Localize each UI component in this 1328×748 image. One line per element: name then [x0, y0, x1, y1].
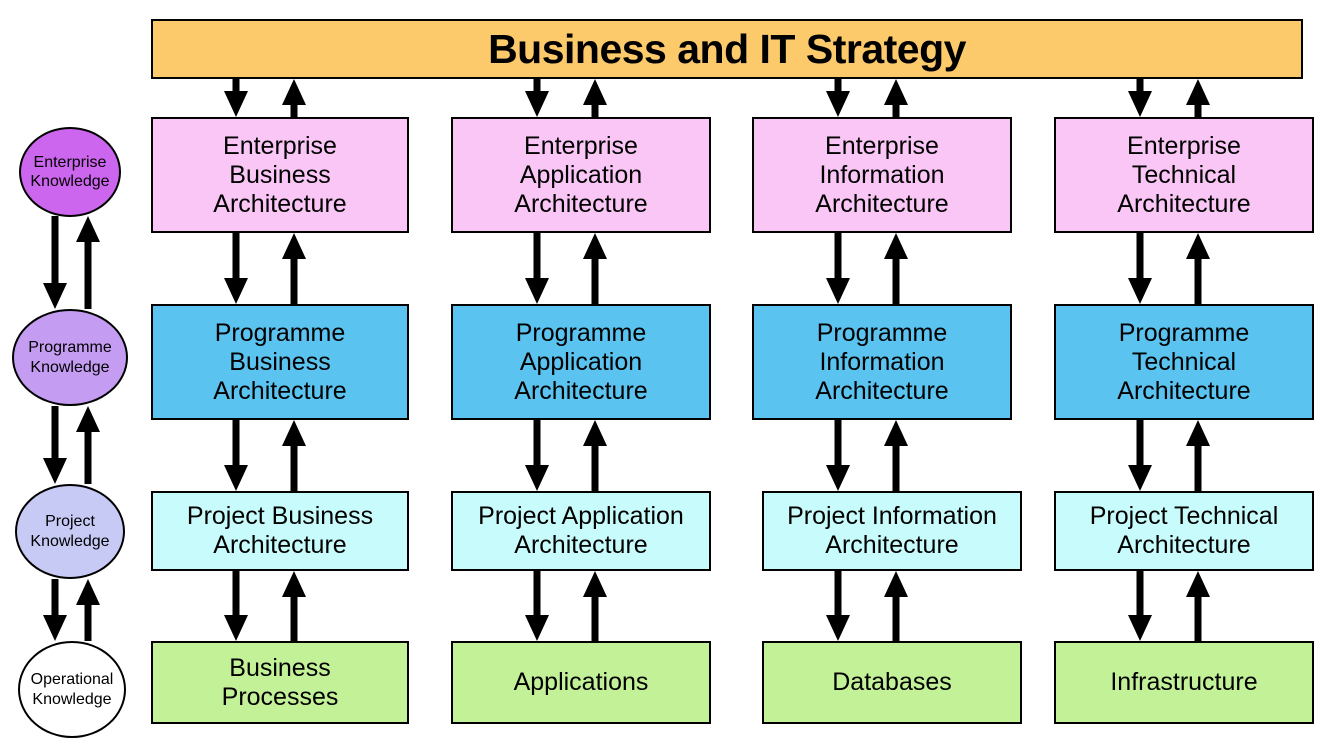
arrow-up-strategy-to-enterprise-application [583, 79, 607, 117]
arrow-up-strategy-to-enterprise-technical [1186, 79, 1210, 117]
arrow-up-programme-to-project-information [884, 420, 908, 491]
arrow-down-strategy-to-enterprise-technical [1128, 79, 1152, 117]
box-programme-business-architecture[interactable]: Programme Business Architecture [151, 304, 409, 420]
arrow-up-programme-to-project-application [583, 420, 607, 491]
knowledge-circle-operational-label: Operational Knowledge [30, 671, 114, 708]
box-programme-application-architecture[interactable]: Programme Application Architecture [451, 304, 711, 420]
arrow-down-programme-to-project-application [525, 420, 549, 491]
box-label: Infrastructure [1110, 668, 1258, 696]
box-label: Programme Technical Architecture [1117, 318, 1251, 405]
box-programme-technical-architecture[interactable]: Programme Technical Architecture [1054, 304, 1314, 420]
knowledge-circle-programme-label: Programme Knowledge [28, 339, 112, 376]
arrow-up-project-to-operational-technical [1186, 571, 1210, 641]
box-label: Enterprise Information Architecture [815, 131, 949, 218]
arrow-down-strategy-to-enterprise-application [525, 79, 549, 117]
box-applications[interactable]: Applications [451, 641, 711, 724]
box-label: Enterprise Technical Architecture [1117, 131, 1251, 218]
arrow-up-enterprise-to-programme-technical [1186, 233, 1210, 304]
arrow-down-enterprise-to-programme-application [525, 233, 549, 304]
arrow-down-programme-to-project-knowledge [43, 406, 67, 484]
box-enterprise-business-architecture[interactable]: Enterprise Business Architecture [151, 117, 409, 233]
arrow-up-strategy-to-enterprise-business [282, 79, 306, 117]
box-label: Business Processes [221, 653, 339, 711]
box-project-application-architecture[interactable]: Project Application Architecture [451, 491, 711, 571]
box-label: Project Business Architecture [186, 502, 374, 559]
arrow-up-programme-to-project-business [282, 420, 306, 491]
box-project-information-architecture[interactable]: Project Information Architecture [762, 491, 1022, 571]
arrow-up-project-to-operational-information [884, 571, 908, 641]
page-title: Business and IT Strategy [488, 25, 966, 72]
box-label: Databases [832, 668, 952, 696]
knowledge-circle-enterprise[interactable]: Enterprise Knowledge [19, 127, 121, 217]
arrow-up-strategy-to-enterprise-information [884, 79, 908, 117]
box-infrastructure[interactable]: Infrastructure [1054, 641, 1314, 724]
diagram-canvas: Business and IT Strategy Enterprise Know… [0, 0, 1328, 748]
box-label: Programme Information Architecture [815, 318, 949, 405]
arrow-up-project-to-operational-knowledge [76, 579, 100, 641]
arrow-up-enterprise-to-programme-knowledge [76, 216, 100, 309]
box-label: Applications [513, 668, 649, 696]
arrow-down-strategy-to-enterprise-information [826, 79, 850, 117]
arrow-up-enterprise-to-programme-business [282, 233, 306, 304]
arrow-up-enterprise-to-programme-application [583, 233, 607, 304]
box-project-business-architecture[interactable]: Project Business Architecture [151, 491, 409, 571]
knowledge-circle-enterprise-label: Enterprise Knowledge [30, 153, 110, 190]
box-project-technical-architecture[interactable]: Project Technical Architecture [1054, 491, 1314, 571]
box-label: Programme Business Architecture [213, 318, 347, 405]
knowledge-circle-project-label: Project Knowledge [30, 513, 110, 550]
arrow-down-project-to-operational-technical [1128, 571, 1152, 641]
box-label: Project Application Architecture [478, 502, 684, 559]
arrow-down-enterprise-to-programme-technical [1128, 233, 1152, 304]
box-databases[interactable]: Databases [762, 641, 1022, 724]
box-business-processes[interactable]: Business Processes [151, 641, 409, 724]
knowledge-circle-programme[interactable]: Programme Knowledge [12, 309, 128, 406]
arrow-down-enterprise-to-programme-knowledge [43, 216, 67, 309]
arrow-up-programme-to-project-knowledge [76, 406, 100, 484]
box-programme-information-architecture[interactable]: Programme Information Architecture [752, 304, 1012, 420]
box-label: Programme Application Architecture [514, 318, 648, 405]
arrow-up-project-to-operational-business [282, 571, 306, 641]
box-label: Project Information Architecture [787, 502, 997, 559]
arrow-up-enterprise-to-programme-information [884, 233, 908, 304]
arrow-up-programme-to-project-technical [1186, 420, 1210, 491]
arrow-down-project-to-operational-information [826, 571, 850, 641]
arrow-up-project-to-operational-application [583, 571, 607, 641]
box-enterprise-technical-architecture[interactable]: Enterprise Technical Architecture [1054, 117, 1314, 233]
box-label: Project Technical Architecture [1089, 502, 1279, 559]
business-and-it-strategy-bar: Business and IT Strategy [151, 19, 1303, 79]
arrow-down-enterprise-to-programme-business [224, 233, 248, 304]
arrow-down-project-to-operational-knowledge [43, 579, 67, 641]
knowledge-circle-project[interactable]: Project Knowledge [15, 484, 125, 579]
arrow-down-enterprise-to-programme-information [826, 233, 850, 304]
arrow-down-programme-to-project-business [224, 420, 248, 491]
box-enterprise-application-architecture[interactable]: Enterprise Application Architecture [451, 117, 711, 233]
box-label: Enterprise Business Architecture [213, 131, 347, 218]
arrow-down-strategy-to-enterprise-business [224, 79, 248, 117]
arrow-down-programme-to-project-information [826, 420, 850, 491]
arrow-down-project-to-operational-application [525, 571, 549, 641]
knowledge-circle-operational[interactable]: Operational Knowledge [18, 641, 126, 738]
box-enterprise-information-architecture[interactable]: Enterprise Information Architecture [752, 117, 1012, 233]
arrow-down-project-to-operational-business [224, 571, 248, 641]
arrow-down-programme-to-project-technical [1128, 420, 1152, 491]
box-label: Enterprise Application Architecture [514, 131, 648, 218]
